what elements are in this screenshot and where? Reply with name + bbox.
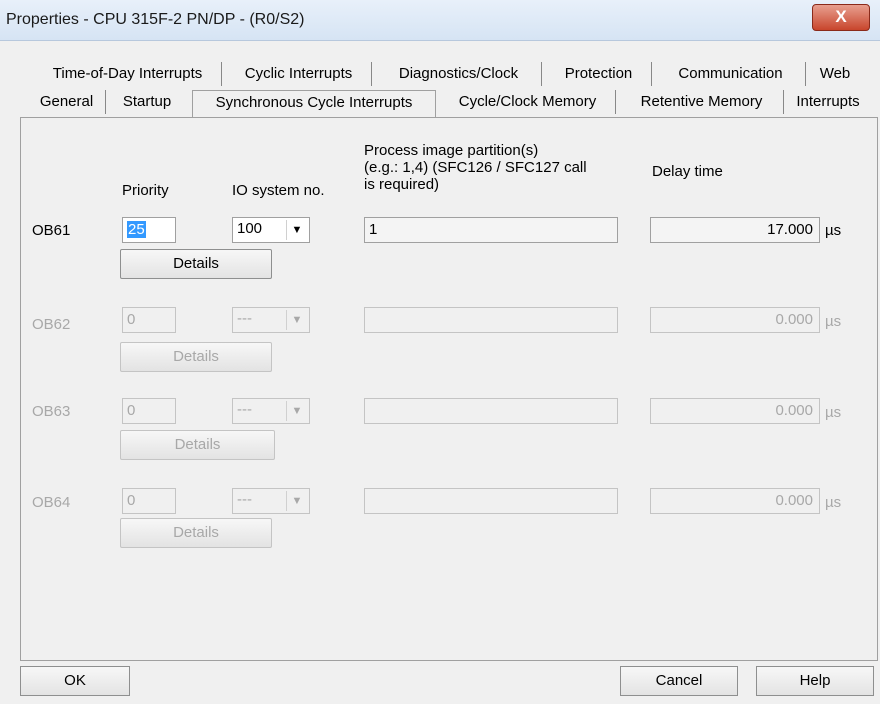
tab-interrupts[interactable]: Interrupts <box>788 90 868 114</box>
tab-cyclic-interrupts[interactable]: Cyclic Interrupts <box>226 62 372 86</box>
ob61-io-system-select[interactable]: 100 ▼ <box>232 217 310 243</box>
ob63-io-system-select[interactable]: --- ▼ <box>232 398 310 424</box>
ob64-partition-input[interactable] <box>364 488 618 514</box>
ob64-unit: µs <box>825 494 842 511</box>
ok-button[interactable]: OK <box>20 666 130 696</box>
process-image-header: Process image partition(s) (e.g.: 1,4) (… <box>364 142 587 193</box>
ob62-partition-input[interactable] <box>364 307 618 333</box>
cancel-button[interactable]: Cancel <box>620 666 738 696</box>
help-button[interactable]: Help <box>756 666 874 696</box>
ob61-details-button[interactable]: Details <box>120 249 272 279</box>
title-bar[interactable]: Properties - CPU 315F-2 PN/DP - (R0/S2) … <box>0 0 880 41</box>
ob62-io-system-select[interactable]: --- ▼ <box>232 307 310 333</box>
chevron-down-icon[interactable]: ▼ <box>286 491 307 511</box>
tab-web[interactable]: Web <box>810 62 860 86</box>
ob61-label: OB61 <box>32 222 71 239</box>
ob64-priority-input[interactable]: 0 <box>122 488 176 514</box>
tab-synchronous-cycle-interrupts[interactable]: Synchronous Cycle Interrupts <box>192 90 436 120</box>
ob61-delay-input[interactable]: 17.000 <box>650 217 820 243</box>
ob63-delay-input[interactable]: 0.000 <box>650 398 820 424</box>
ob64-delay-input[interactable]: 0.000 <box>650 488 820 514</box>
chevron-down-icon[interactable]: ▼ <box>286 220 307 240</box>
window-title: Properties - CPU 315F-2 PN/DP - (R0/S2) <box>6 11 305 28</box>
background-window-ghost <box>705 8 805 28</box>
ob63-io-system-value: --- <box>237 401 252 418</box>
tab-communication[interactable]: Communication <box>656 62 806 86</box>
ob62-label: OB62 <box>32 316 71 333</box>
tab-startup[interactable]: Startup <box>110 90 184 114</box>
ob62-io-system-value: --- <box>237 310 252 327</box>
delay-time-header: Delay time <box>652 163 723 180</box>
ob61-partition-input[interactable]: 1 <box>364 217 618 243</box>
ob63-unit: µs <box>825 404 842 421</box>
ob64-details-button[interactable]: Details <box>120 518 272 548</box>
tab-retentive-memory[interactable]: Retentive Memory <box>620 90 784 114</box>
ob62-unit: µs <box>825 313 842 330</box>
tab-protection[interactable]: Protection <box>546 62 652 86</box>
ob61-io-system-value: 100 <box>237 220 263 237</box>
ob62-details-button[interactable]: Details <box>120 342 272 372</box>
tab-cycle-clock-memory[interactable]: Cycle/Clock Memory <box>440 90 616 114</box>
ob63-details-button[interactable]: Details <box>120 430 275 460</box>
io-system-header: IO system no. <box>232 182 325 199</box>
chevron-down-icon[interactable]: ▼ <box>286 401 307 421</box>
ob64-io-system-select[interactable]: --- ▼ <box>232 488 310 514</box>
ob61-priority-input[interactable]: 25 <box>122 217 176 243</box>
ob61-unit: µs <box>825 222 842 239</box>
tab-general[interactable]: General <box>28 90 106 114</box>
priority-header: Priority <box>122 182 169 199</box>
chevron-down-icon[interactable]: ▼ <box>286 310 307 330</box>
ob61-priority-value: 25 <box>127 221 146 238</box>
tab-strip: Time-of-Day Interrupts Cyclic Interrupts… <box>20 62 878 120</box>
close-button[interactable]: X <box>812 4 870 31</box>
ob64-label: OB64 <box>32 494 71 511</box>
ob64-io-system-value: --- <box>237 491 252 508</box>
ob62-delay-input[interactable]: 0.000 <box>650 307 820 333</box>
tab-time-of-day-interrupts[interactable]: Time-of-Day Interrupts <box>34 62 222 86</box>
tab-diagnostics-clock[interactable]: Diagnostics/Clock <box>376 62 542 86</box>
ob62-priority-input[interactable]: 0 <box>122 307 176 333</box>
ob63-priority-input[interactable]: 0 <box>122 398 176 424</box>
ob63-label: OB63 <box>32 403 71 420</box>
ob63-partition-input[interactable] <box>364 398 618 424</box>
